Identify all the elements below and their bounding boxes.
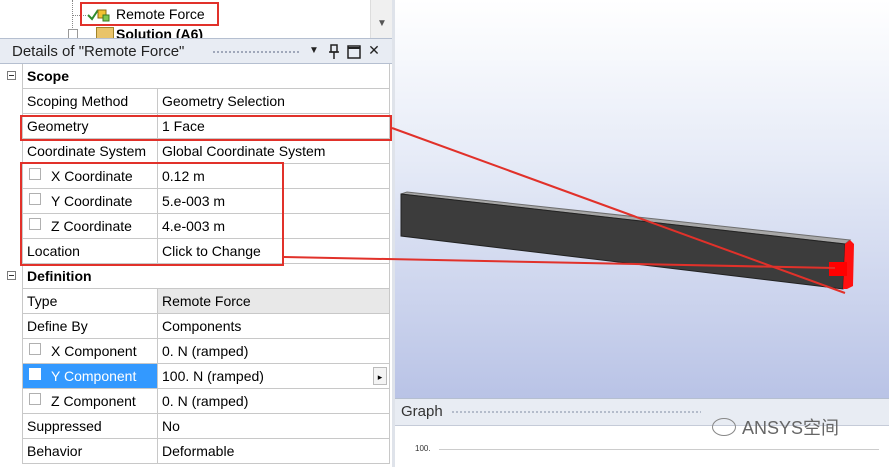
annotation-leaders: [283, 127, 846, 294]
leader-geometry: [391, 127, 846, 294]
watermark: ANSYS空间: [712, 414, 839, 440]
watermark-text: ANSYS空间: [742, 418, 840, 438]
wechat-icon: [712, 418, 736, 436]
